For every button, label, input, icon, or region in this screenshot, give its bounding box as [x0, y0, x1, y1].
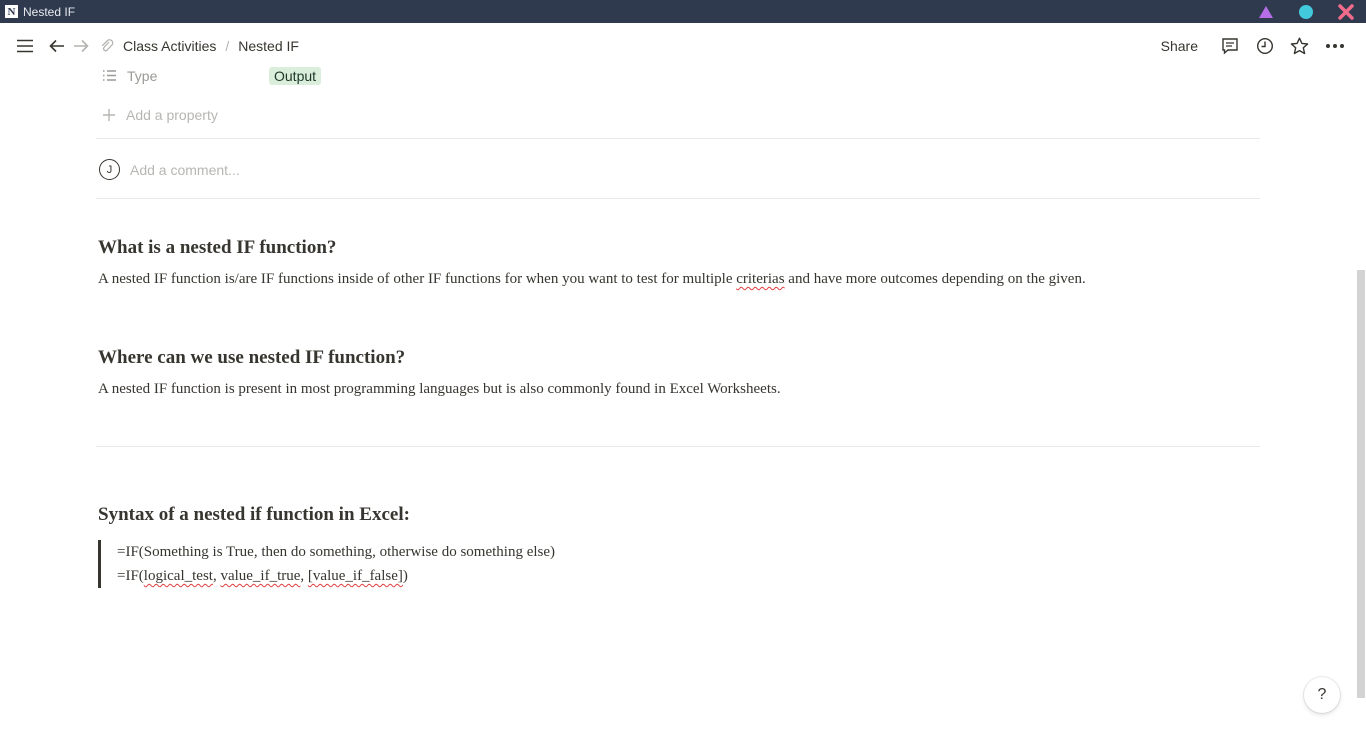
comment-icon — [1221, 37, 1238, 55]
star-icon — [1290, 37, 1309, 54]
misspelled-word: criterias — [736, 271, 785, 287]
help-button[interactable]: ? — [1304, 677, 1340, 713]
text-segment: and have more outcomes depending on the … — [784, 271, 1086, 287]
forward-button[interactable] — [70, 35, 92, 57]
comment-input[interactable]: Add a comment... — [130, 162, 240, 178]
heading-what-is-nested-if[interactable]: What is a nested IF function? — [98, 237, 336, 259]
scrollbar-thumb[interactable] — [1357, 270, 1365, 698]
comment-divider — [96, 198, 1260, 199]
page-content: Type Output Add a property J Add a comme… — [0, 66, 1356, 738]
share-button[interactable]: Share — [1161, 38, 1198, 54]
syntax-quote-block[interactable]: =IF(Something is True, then do something… — [98, 540, 555, 588]
more-horizontal-icon — [1325, 43, 1344, 48]
list-icon — [103, 70, 116, 81]
section-divider — [96, 446, 1260, 447]
arrow-left-icon — [49, 39, 64, 52]
clock-icon — [1256, 37, 1273, 54]
window-title: Nested IF — [23, 4, 76, 19]
avatar: J — [99, 159, 120, 180]
maximize-button[interactable] — [1286, 0, 1326, 23]
text-segment: ) — [402, 568, 408, 584]
comments-button[interactable] — [1212, 31, 1247, 61]
quote-line-1: =IF(Something is True, then do something… — [117, 544, 556, 560]
topbar-actions: Share — [1161, 23, 1352, 68]
paragraph-what-is-nested-if[interactable]: A nested IF function is/are IF functions… — [98, 271, 1086, 288]
window-controls — [1246, 0, 1366, 23]
breadcrumb-nested-if[interactable]: Nested IF — [238, 38, 299, 54]
back-button[interactable] — [46, 35, 68, 57]
paragraph-where-can-we-use[interactable]: A nested IF function is present in most … — [98, 381, 781, 398]
paperclip-icon — [101, 38, 114, 51]
minimize-button[interactable] — [1246, 0, 1286, 23]
minimize-icon — [1259, 5, 1273, 18]
text-segment: =IF( — [117, 568, 144, 584]
misspelled-word: [value_if_false] — [307, 568, 403, 584]
properties-divider — [96, 138, 1260, 139]
arrow-right-icon — [74, 39, 89, 52]
plus-icon — [103, 109, 115, 121]
notion-logo-icon: N — [5, 5, 18, 18]
misspelled-word: logical_test — [143, 568, 213, 584]
heading-where-can-we-use[interactable]: Where can we use nested IF function? — [98, 347, 405, 369]
heading-syntax[interactable]: Syntax of a nested if function in Excel: — [98, 504, 410, 526]
property-type-row[interactable]: Type Output — [102, 66, 322, 85]
sidebar-toggle-button[interactable] — [14, 35, 36, 57]
quote-line-2: =IF(logical_test, value_if_true, [value_… — [117, 564, 555, 588]
add-property-button[interactable]: Add a property — [102, 106, 218, 124]
text-segment: A nested IF function is/are IF functions… — [98, 271, 737, 287]
hamburger-menu-icon — [17, 39, 33, 52]
breadcrumb: Class Activities / Nested IF — [100, 38, 299, 54]
comment-row: J Add a comment... — [99, 159, 240, 180]
property-type-value-tag[interactable]: Output — [269, 66, 322, 85]
more-options-button[interactable] — [1317, 31, 1352, 61]
breadcrumb-class-activities[interactable]: Class Activities — [123, 38, 216, 54]
page-topbar: Class Activities / Nested IF Share — [0, 23, 1366, 68]
window-titlebar: N Nested IF — [0, 0, 1366, 23]
text-segment: , — [300, 568, 308, 584]
close-icon — [1338, 3, 1354, 20]
add-property-label: Add a property — [126, 107, 218, 123]
property-type-label: Type — [127, 67, 158, 84]
favorite-button[interactable] — [1282, 31, 1317, 61]
close-button[interactable] — [1326, 0, 1366, 23]
breadcrumb-separator: / — [225, 37, 230, 54]
maximize-icon — [1299, 4, 1313, 19]
updates-button[interactable] — [1247, 31, 1282, 61]
misspelled-word: value_if_true — [220, 568, 301, 584]
